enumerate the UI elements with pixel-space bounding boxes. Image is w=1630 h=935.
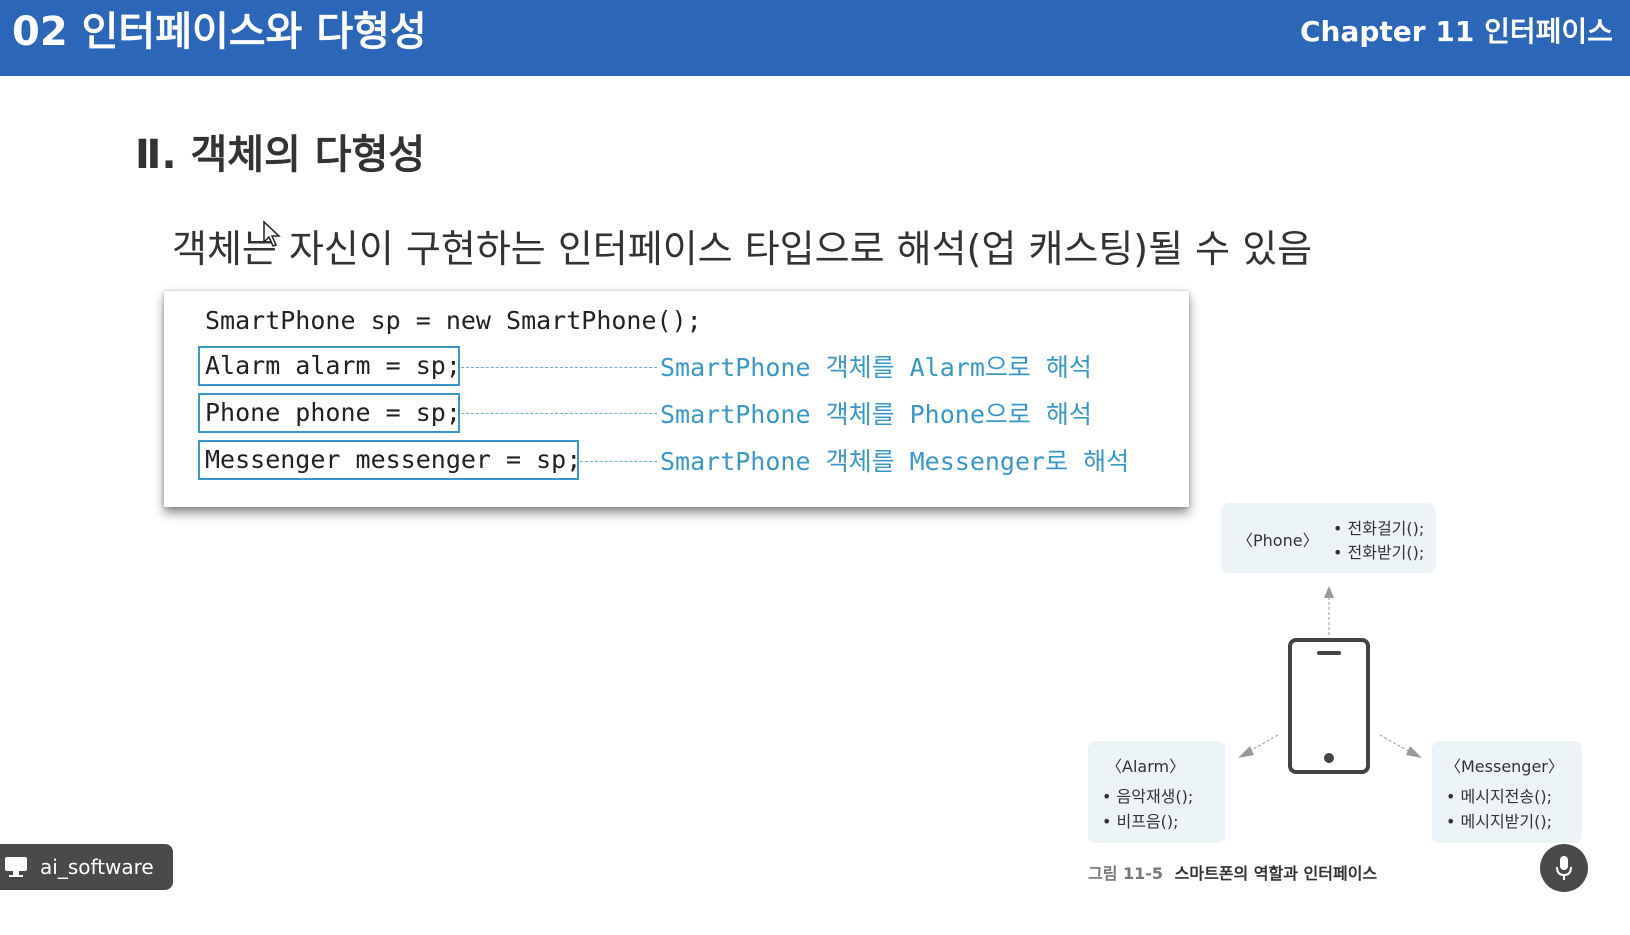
code-example-panel: SmartPhone sp = new SmartPhone(); Alarm … [164,291,1189,507]
interface-box-alarm: 〈Alarm〉 • 음악재생(); • 비프음(); [1088,741,1225,843]
mouse-cursor-icon [263,220,281,247]
code-line-declaration: SmartPhone sp = new SmartPhone(); [205,306,702,335]
interface-method: • 전화받기(); [1333,543,1425,562]
connector-line [461,413,657,414]
interface-name: 〈Messenger〉 [1445,757,1564,776]
connector-line [461,367,657,368]
interface-method: • 비프음(); [1102,812,1179,831]
interface-name: 〈Phone〉 [1237,531,1319,550]
interface-box-messenger: 〈Messenger〉 • 메시지전송(); • 메시지받기(); [1432,741,1582,843]
code-box-alarm: Alarm alarm = sp; [198,346,461,386]
annotation-phone: SmartPhone 객체를 Phone으로 해석 [660,400,1092,429]
screen-share-icon [5,857,27,877]
slide-title: 02 인터페이스와 다형성 [12,9,427,55]
microphone-icon [1556,856,1572,880]
slide-header: 02 인터페이스와 다형성 Chapter 11 인터페이스 [0,0,1630,76]
interface-name: 〈Alarm〉 [1106,757,1186,776]
interface-method: • 메시지받기(); [1446,812,1552,831]
connector-line [580,461,657,462]
smartphone-icon [1288,638,1370,774]
code-box-messenger: Messenger messenger = sp; [198,440,581,480]
figure-number: 그림 11-5 [1088,864,1164,883]
chapter-label: Chapter 11 인터페이스 [1300,15,1613,48]
interface-box-phone: 〈Phone〉 • 전화걸기(); • 전화받기(); [1221,503,1436,573]
interface-method: • 메시지전송(); [1446,787,1552,806]
annotation-messenger: SmartPhone 객체를 Messenger로 해석 [660,447,1130,476]
section-title: Ⅱ. 객체의 다형성 [135,132,426,178]
code-box-phone: Phone phone = sp; [198,393,461,433]
annotation-alarm: SmartPhone 객체를 Alarm으로 해석 [660,353,1092,382]
interface-method: • 전화걸기(); [1333,519,1425,538]
microphone-button[interactable] [1540,844,1588,892]
figure-caption-text: 스마트폰의 역할과 인터페이스 [1174,864,1378,883]
description-text: 객체는 자신이 구현하는 인터페이스 타입으로 해석(업 캐스팅)될 수 있음 [172,227,1313,271]
participant-badge[interactable]: ai_software [0,844,173,890]
figure-caption: 그림 11-5 스마트폰의 역할과 인터페이스 [1088,860,1377,884]
interface-method: • 음악재생(); [1102,787,1194,806]
participant-name: ai_software [40,855,154,879]
